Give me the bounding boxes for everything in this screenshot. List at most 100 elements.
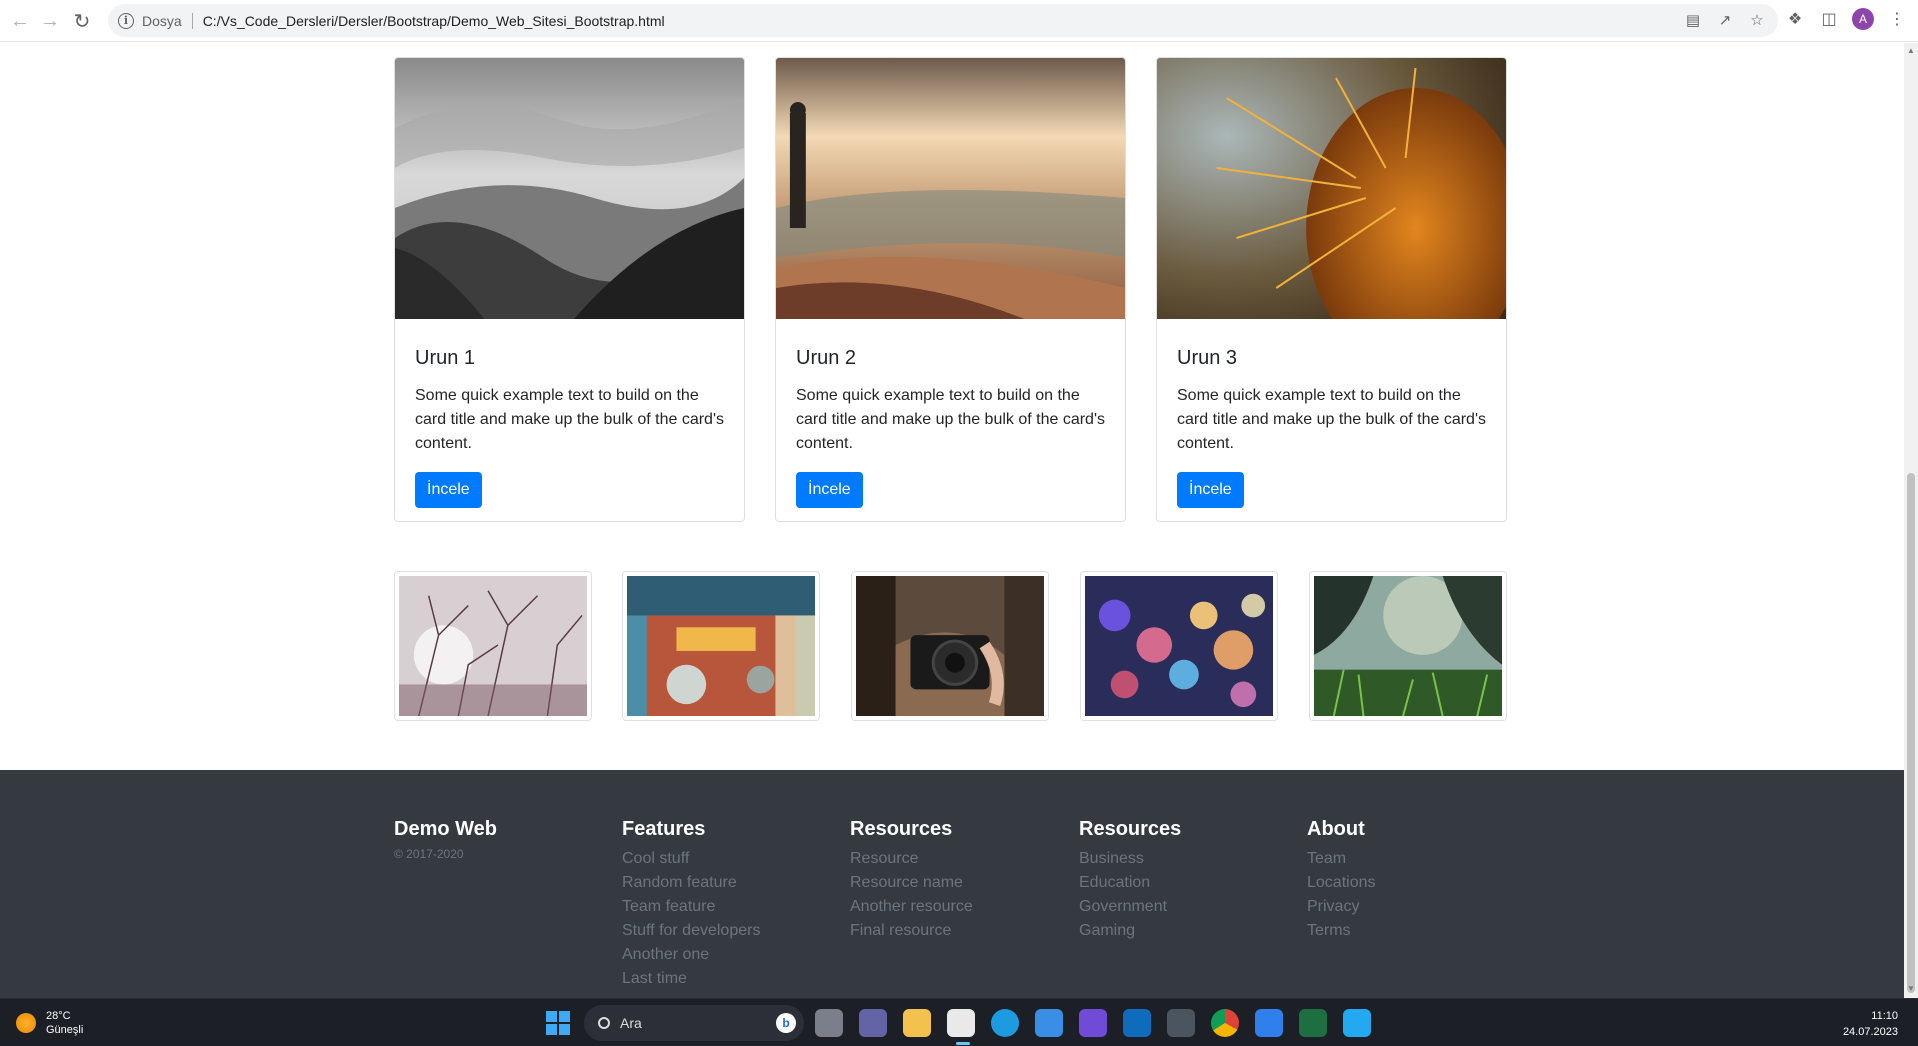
- site-info-icon[interactable]: i: [118, 12, 134, 29]
- browser-toolbar: ← → ↻ i Dosya C:/Vs_Code_Dersleri/Dersle…: [0, 0, 1918, 42]
- footer-column-features: Features Cool stuff Random feature Team …: [622, 818, 760, 991]
- footer-link[interactable]: Final resource: [850, 919, 973, 943]
- sunny-icon: [16, 1013, 36, 1033]
- footer-link[interactable]: Stuff for developers: [622, 919, 760, 943]
- store-icon[interactable]: [1035, 1009, 1063, 1037]
- card-image-landscape: [395, 58, 744, 319]
- profile-avatar[interactable]: A: [1852, 8, 1874, 30]
- windows-start-icon[interactable]: [546, 1011, 570, 1035]
- thumbnail-image-branches: [399, 576, 587, 717]
- copilot-icon[interactable]: [1079, 1009, 1107, 1037]
- card-image-seashore: [776, 58, 1125, 319]
- footer-brand: Demo Web: [394, 818, 497, 840]
- footer-link[interactable]: Last time: [622, 967, 760, 991]
- footer-link[interactable]: Education: [1079, 871, 1181, 895]
- bookmark-star-icon[interactable]: ☆: [1748, 11, 1766, 29]
- windows-taskbar: 28°C Güneşli Ara b 11:10 24.07.2023: [0, 998, 1918, 1046]
- card-title: Urun 2: [796, 347, 857, 369]
- incele-button[interactable]: İncele: [796, 472, 863, 508]
- footer-link[interactable]: Resource name: [850, 871, 973, 895]
- clock-time: 11:10: [1871, 1010, 1898, 1022]
- clock-date: 24.07.2023: [1842, 1026, 1898, 1038]
- scrollbar-thumb[interactable]: [1907, 473, 1915, 993]
- card-text: Some quick example text to build on the …: [796, 387, 1106, 452]
- edge-icon[interactable]: [991, 1009, 1019, 1037]
- footer-column-title: Features: [622, 818, 706, 840]
- scroll-down-icon[interactable]: ▼: [1907, 985, 1915, 993]
- address-bar[interactable]: i Dosya C:/Vs_Code_Dersleri/Dersler/Boot…: [108, 4, 1778, 37]
- site-footer: Demo Web © 2017-2020 Features Cool stuff…: [0, 770, 1904, 998]
- weather-widget[interactable]: 28°C Güneşli: [16, 1009, 83, 1037]
- footer-link[interactable]: Random feature: [622, 871, 760, 895]
- translate-icon[interactable]: ▤: [1684, 11, 1702, 29]
- extensions-icon[interactable]: ❖: [1784, 8, 1806, 30]
- bing-icon[interactable]: b: [776, 1013, 796, 1033]
- scroll-up-icon[interactable]: ▲: [1907, 47, 1915, 55]
- thumbnail-image-vehicle: [627, 576, 815, 716]
- teams-chat-icon[interactable]: [859, 1009, 887, 1037]
- back-icon[interactable]: ←: [4, 5, 36, 37]
- footer-column-resources-2: Resources Business Education Government …: [1079, 818, 1181, 943]
- gallery-thumbnail[interactable]: [851, 571, 1049, 721]
- footer-link[interactable]: Team feature: [622, 895, 760, 919]
- footer-link[interactable]: Another resource: [850, 895, 973, 919]
- thumbnail-image-grass: [1314, 576, 1502, 717]
- taskbar-search[interactable]: Ara b: [584, 1005, 804, 1041]
- app-icon[interactable]: [1167, 1009, 1195, 1037]
- chrome-icon[interactable]: [1211, 1009, 1239, 1037]
- menu-kebab-icon[interactable]: ⋮: [1886, 8, 1908, 30]
- footer-link[interactable]: Business: [1079, 847, 1181, 871]
- footer-link[interactable]: Privacy: [1307, 895, 1376, 919]
- side-panel-icon[interactable]: ◫: [1818, 8, 1840, 30]
- product-card: Urun 3 Some quick example text to build …: [1156, 57, 1507, 522]
- scheme-label: Dosya: [142, 12, 182, 29]
- reload-icon[interactable]: ↻: [66, 5, 98, 37]
- active-app-indicator: [956, 1042, 970, 1045]
- footer-link[interactable]: Resource: [850, 847, 973, 871]
- snipping-tool-icon[interactable]: [947, 1009, 975, 1037]
- footer-link[interactable]: Terms: [1307, 919, 1376, 943]
- thumbnail-image-camera: [856, 576, 1044, 716]
- search-placeholder: Ara: [620, 1015, 642, 1031]
- card-title: Urun 1: [415, 347, 476, 369]
- outlook-icon[interactable]: [1123, 1009, 1151, 1037]
- forward-icon[interactable]: →: [34, 5, 66, 37]
- card-image-cactus: [1157, 58, 1506, 368]
- gallery-thumbnail[interactable]: [394, 571, 592, 721]
- product-card: Urun 2 Some quick example text to build …: [775, 57, 1126, 522]
- gallery-thumbnail[interactable]: [622, 571, 820, 721]
- page-viewport: Urun 1 Some quick example text to build …: [0, 43, 1904, 998]
- system-clock[interactable]: 11:10 24.07.2023: [1843, 1008, 1898, 1040]
- vscode-icon[interactable]: [1343, 1009, 1371, 1037]
- footer-column-title: Resources: [1079, 818, 1182, 840]
- thumbnail-image-bokeh: [1085, 576, 1273, 716]
- footer-link[interactable]: Cool stuff: [622, 847, 760, 871]
- excel-icon[interactable]: [1299, 1009, 1327, 1037]
- footer-link[interactable]: Gaming: [1079, 919, 1181, 943]
- footer-link[interactable]: Team: [1307, 847, 1376, 871]
- footer-link[interactable]: Government: [1079, 895, 1181, 919]
- page-scrollbar[interactable]: ▲ ▼: [1904, 43, 1918, 998]
- search-icon: [598, 1017, 610, 1029]
- footer-column-about: About Team Locations Privacy Terms: [1307, 818, 1376, 943]
- footer-link[interactable]: Another one: [622, 943, 760, 967]
- footer-brand-column: Demo Web © 2017-2020: [394, 818, 497, 861]
- paint-icon[interactable]: [1255, 1009, 1283, 1037]
- footer-copyright: © 2017-2020: [394, 847, 464, 861]
- product-card: Urun 1 Some quick example text to build …: [394, 57, 745, 522]
- footer-column-title: Resources: [850, 818, 953, 840]
- url-text[interactable]: C:/Vs_Code_Dersleri/Dersler/Bootstrap/De…: [203, 13, 665, 29]
- incele-button[interactable]: İncele: [415, 472, 482, 508]
- weather-condition: Güneşli: [46, 1024, 84, 1036]
- incele-button[interactable]: İncele: [1177, 472, 1244, 508]
- task-view-icon[interactable]: [815, 1009, 843, 1037]
- card-text: Some quick example text to build on the …: [1177, 387, 1487, 452]
- gallery-thumbnail[interactable]: [1309, 571, 1507, 721]
- gallery-thumbnail[interactable]: [1080, 571, 1278, 721]
- footer-link[interactable]: Locations: [1307, 871, 1376, 895]
- card-title: Urun 3: [1177, 347, 1238, 369]
- card-text: Some quick example text to build on the …: [415, 387, 725, 452]
- share-icon[interactable]: ↗: [1716, 11, 1734, 29]
- file-explorer-icon[interactable]: [903, 1009, 931, 1037]
- omnibox-divider: [191, 12, 193, 29]
